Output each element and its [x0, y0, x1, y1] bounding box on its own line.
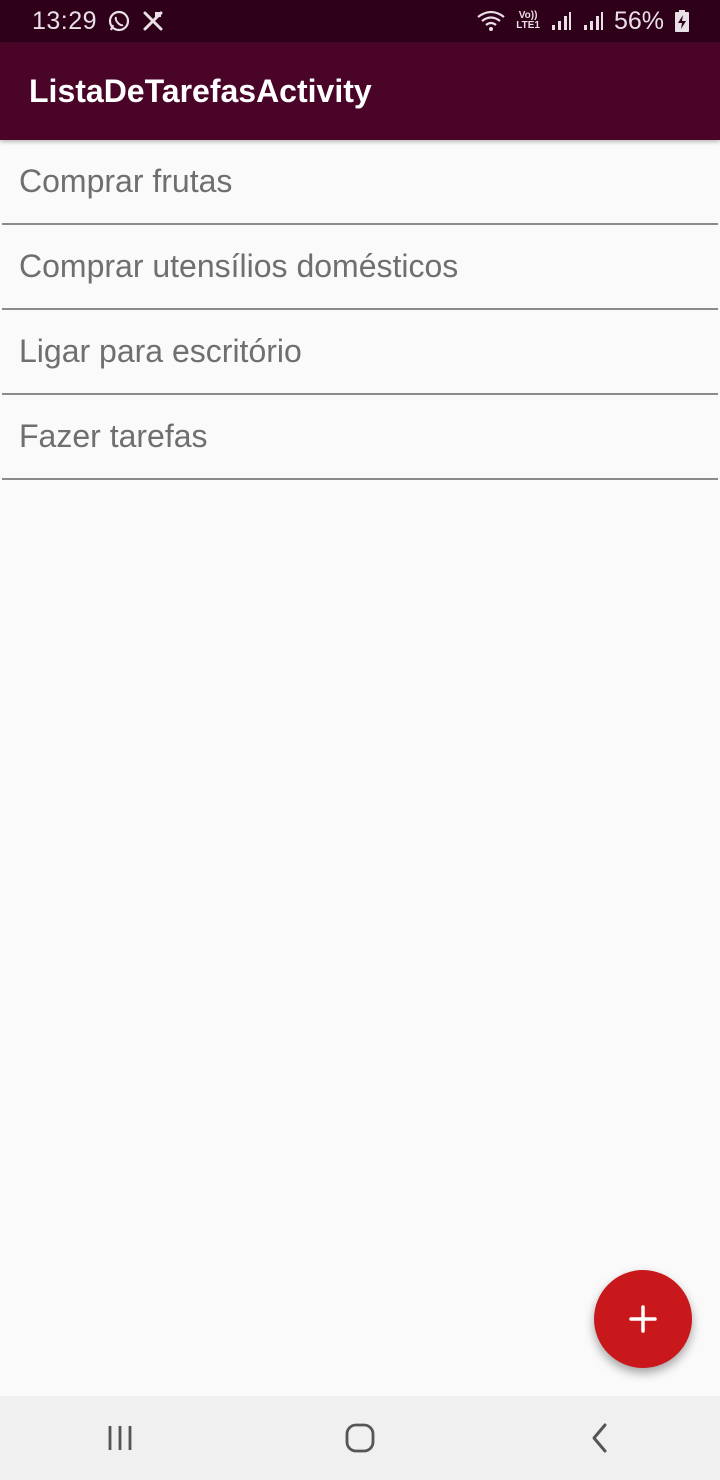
task-label: Ligar para escritório — [19, 333, 302, 369]
task-label: Comprar frutas — [19, 163, 233, 199]
back-button[interactable] — [550, 1396, 650, 1480]
lte-label: LTE1 — [516, 20, 540, 31]
task-label: Fazer tarefas — [19, 418, 208, 454]
task-list: Comprar frutas Comprar utensílios domést… — [0, 140, 720, 480]
signal-icon — [582, 10, 604, 32]
status-right: Vo)) LTE1 56% — [476, 7, 690, 36]
list-item[interactable]: Fazer tarefas — [2, 395, 718, 480]
mute-icon — [141, 9, 165, 33]
home-icon — [344, 1422, 376, 1454]
back-icon — [589, 1422, 611, 1454]
plus-icon — [628, 1304, 658, 1334]
battery-percent: 56% — [613, 6, 664, 35]
list-item[interactable]: Comprar frutas — [2, 140, 718, 225]
list-item[interactable]: Comprar utensílios domésticos — [2, 225, 718, 310]
list-item[interactable]: Ligar para escritório — [2, 310, 718, 395]
page-title: ListaDeTarefasActivity — [29, 72, 372, 109]
status-left: 13:29 — [32, 7, 165, 36]
whatsapp-icon — [107, 9, 131, 33]
recent-apps-icon — [105, 1424, 135, 1452]
signal-icon — [550, 10, 572, 32]
recent-apps-button[interactable] — [70, 1396, 170, 1480]
status-time: 13:29 — [32, 6, 98, 35]
status-bar: 13:29 Vo)) LTE1 56% — [0, 0, 720, 42]
home-button[interactable] — [310, 1396, 410, 1480]
add-task-button[interactable] — [594, 1270, 692, 1368]
task-label: Comprar utensílios domésticos — [19, 248, 459, 284]
wifi-icon — [476, 9, 506, 33]
navigation-bar — [0, 1396, 720, 1480]
battery-charging-icon — [674, 9, 690, 33]
app-bar: ListaDeTarefasActivity — [0, 42, 720, 140]
volte-lte-icon: Vo)) LTE1 — [516, 11, 540, 31]
